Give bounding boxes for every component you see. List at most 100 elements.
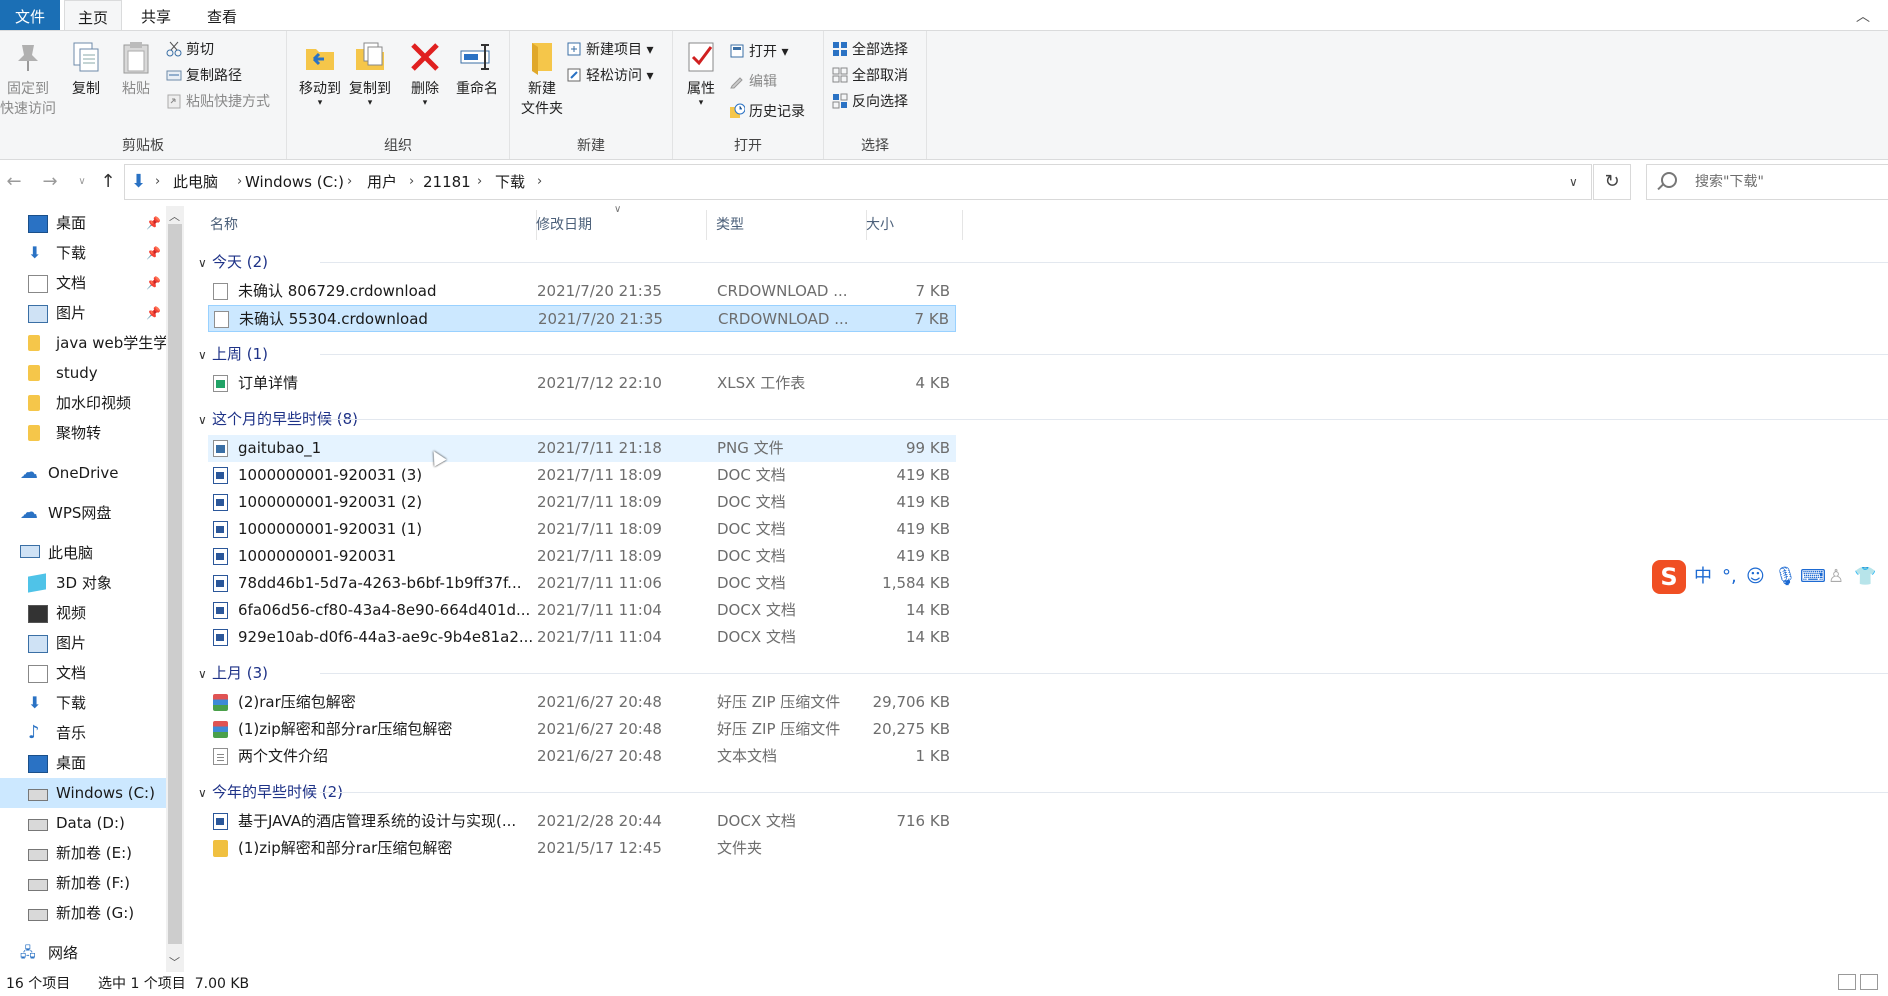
nav-item[interactable]: ☁ OneDrive [0,458,166,488]
edit-button[interactable]: 编辑 [729,71,777,93]
pin-quick-access-button[interactable]: 固定到 快速访问 [0,39,56,119]
nav-item[interactable]: 此电脑 [0,538,166,568]
column-header-size[interactable]: 大小 [860,210,963,240]
tab-share[interactable]: 共享 [128,0,184,30]
nav-item[interactable]: 文档 [0,658,166,688]
nav-item[interactable]: study [0,358,166,388]
invert-selection-button[interactable]: 反向选择 [832,91,908,113]
file-row[interactable]: 未确认 55304.crdownload 2021/7/20 21:35 CRDOW… [208,305,956,332]
nav-item[interactable]: ⬇ 下载 📌 [0,238,166,268]
delete-button[interactable]: 删除 ▾ [405,39,445,108]
breadcrumb-separator[interactable]: › [477,165,482,199]
file-row[interactable]: 基于JAVA的酒店管理系统的设计与实现(... 2021/2/28 20:44 DO… [208,808,956,835]
file-row[interactable]: 1000000001-920031 (3) 2021/7/11 18:09 DOC … [208,462,956,489]
nav-item[interactable]: 加水印视频 [0,388,166,418]
rename-button[interactable]: 重命名 [449,39,505,99]
microphone-icon[interactable]: 🎙 [1774,564,1797,590]
tab-home[interactable]: 主页 [64,0,122,31]
file-row[interactable]: 929e10ab-d0f6-44a3-ae9c-9b4e81a2... 2021/… [208,624,956,651]
up-arrow-icon[interactable]: ↑ [96,168,120,196]
nav-item[interactable]: ♪ 音乐 [0,718,166,748]
breadcrumb-downloads[interactable]: 下载 [495,165,525,199]
file-row[interactable]: 78dd46b1-5d7a-4263-b6bf-1b9ff37f... 2021/… [208,570,956,597]
forward-arrow-icon[interactable]: → [38,168,62,196]
navigation-pane-scrollbar[interactable]: ︿ ﹀ [166,206,184,972]
breadcrumb-separator[interactable]: › [237,165,242,199]
nav-item[interactable]: java web学生学 [0,328,168,358]
scrollbar-thumb[interactable] [168,224,182,944]
nav-item[interactable]: 视频 [0,598,166,628]
easy-access-button[interactable]: 轻松访问 ▾ [566,65,653,87]
paste-shortcut-button[interactable]: 粘贴快捷方式 [166,91,270,113]
file-row[interactable]: gaitubao_1 2021/7/11 21:18 PNG 文件 99 KB [208,435,956,462]
new-folder-button[interactable]: 新建 文件夹 [514,39,570,119]
column-header-type[interactable]: 类型 [708,210,867,240]
tab-file[interactable]: 文件 [0,0,60,30]
select-all-button[interactable]: 全部选择 [832,39,908,61]
ime-punctuation-toggle[interactable]: °, [1722,564,1737,590]
breadcrumb-user-folder[interactable]: 21181 [423,165,471,199]
collapse-chevron-icon[interactable]: ∨ [198,779,212,807]
history-button[interactable]: 历史记录 [729,101,805,123]
paste-button[interactable]: 粘贴 [112,39,160,99]
copy-to-button[interactable]: 复制到 ▾ [345,39,395,108]
nav-item[interactable]: 新加卷 (G:) [0,898,166,928]
file-row[interactable]: 订单详情 2021/7/12 22:10 XLSX 工作表 4 KB [208,370,956,397]
nav-item[interactable]: 新加卷 (F:) [0,868,166,898]
column-header-name[interactable]: 名称 [200,210,537,240]
cut-button[interactable]: 剪切 [166,39,214,61]
file-row[interactable]: (2)rar压缩包解密 2021/6/27 20:48 好压 ZIP 压缩文件 29,… [208,689,956,716]
breadcrumb-separator[interactable]: › [537,165,542,199]
file-row[interactable]: 两个文件介绍 2021/6/27 20:48 文本文档 1 KB [208,743,956,770]
file-row[interactable]: 未确认 806729.crdownload 2021/7/20 21:35 CRDO… [208,278,956,305]
nav-item[interactable]: 文档 📌 [0,268,166,298]
large-icons-view-icon[interactable] [1860,974,1878,990]
scroll-up-icon[interactable]: ︿ [169,208,180,224]
select-none-button[interactable]: 全部取消 [832,65,908,87]
address-bar[interactable]: ⬇ › 此电脑 › Windows (C:) › 用户 › 21181 › 下载… [124,164,1592,200]
file-row[interactable]: 6fa06d56-cf80-43a4-8e90-664d401d... 2021/… [208,597,956,624]
breadcrumb-separator[interactable]: › [155,165,160,199]
group-header[interactable]: ∨ 上月 (3) [198,659,268,687]
copy-button[interactable]: 复制 [64,39,108,99]
nav-item[interactable]: Windows (C:) [0,778,166,808]
group-header[interactable]: ∨ 今天 (2) [198,248,268,276]
nav-item[interactable]: 图片 📌 [0,298,166,328]
scroll-down-icon[interactable]: ﹀ [169,954,180,970]
breadcrumb-separator[interactable]: › [347,165,352,199]
new-item-button[interactable]: 新建项目 ▾ [566,39,653,61]
breadcrumb-this-pc[interactable]: 此电脑 [173,165,218,199]
recent-locations-chevron-icon[interactable]: ∨ [70,168,94,196]
nav-item[interactable]: 桌面 📌 [0,208,166,238]
tab-view[interactable]: 查看 [192,0,252,30]
nav-item[interactable]: ⬇ 下载 [0,688,166,718]
nav-item[interactable]: 图片 [0,628,166,658]
skin-icon[interactable]: 👕 [1854,564,1876,590]
ime-mode-toggle[interactable]: 中 [1694,564,1712,590]
breadcrumb-users[interactable]: 用户 [367,165,397,199]
nav-item[interactable]: 桌面 [0,748,166,778]
file-row[interactable]: 1000000001-920031 2021/7/11 18:09 DOC 文档 41… [208,543,956,570]
collapse-ribbon-icon[interactable]: ︿ [1856,6,1870,26]
file-row[interactable]: 1000000001-920031 (2) 2021/7/11 18:09 DOC … [208,489,956,516]
properties-button[interactable]: 属性 ▾ [677,39,725,108]
copy-path-button[interactable]: 复制路径 [166,65,242,87]
file-row[interactable]: (1)zip解密和部分rar压缩包解密 2021/6/27 20:48 好压 ZIP… [208,716,956,743]
pin-icon[interactable]: 📌 [146,238,161,268]
nav-item[interactable]: Data (D:) [0,808,166,838]
back-arrow-icon[interactable]: ← [2,168,26,196]
collapse-chevron-icon[interactable]: ∨ [198,660,212,688]
nav-item[interactable]: 🖧 网络 [0,938,166,968]
nav-item[interactable]: ☁ WPS网盘 [0,498,166,528]
file-row[interactable]: (1)zip解密和部分rar压缩包解密 2021/5/17 12:45 文件夹 [208,835,956,862]
details-view-icon[interactable] [1838,974,1856,990]
address-history-chevron-icon[interactable]: ∨ [1569,165,1578,199]
keyboard-icon[interactable]: ⌨ [1800,564,1826,590]
nav-item[interactable]: 3D 对象 [0,568,166,598]
nav-item[interactable]: 新加卷 (E:) [0,838,166,868]
collapse-chevron-icon[interactable]: ∨ [198,341,212,369]
group-header[interactable]: ∨ 上周 (1) [198,340,268,368]
collapse-chevron-icon[interactable]: ∨ [198,406,212,434]
breadcrumb-separator[interactable]: › [409,165,414,199]
breadcrumb-windows-c[interactable]: Windows (C:) [245,165,344,199]
